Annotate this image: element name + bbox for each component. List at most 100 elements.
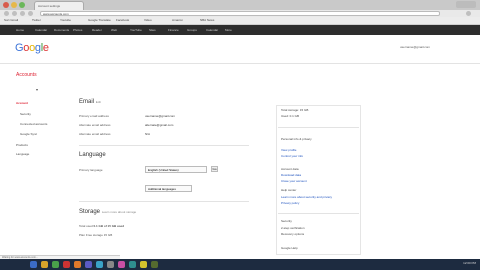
right-panel-link[interactable]: Control your info [281,154,303,158]
right-panel-link[interactable]: Download data [281,173,301,177]
storage-row-label: Total used [79,224,93,228]
google-logo[interactable]: Google [15,42,49,54]
gbar-item[interactable]: Documents [54,25,69,35]
right-panel-text: 2-step verification [281,226,305,230]
leftnav-connected-accounts[interactable]: Connected accounts [20,122,47,126]
panel-divider [278,127,359,128]
bookmark-item[interactable]: Amazon [172,18,183,23]
storage-row: Plan Free storage 15 GB [79,233,112,237]
language-heading: Language [79,152,106,158]
taskbar-app-icon[interactable] [151,261,158,268]
gbar-item[interactable]: Finance [168,25,179,35]
email-row-label: Primary email address [79,114,109,118]
bookmark-item[interactable]: Sort Gmail [4,18,18,23]
language-row-label: Primary language [79,168,103,172]
taskbar-app-icon[interactable] [74,261,81,268]
taskbar-app-icon[interactable] [140,261,147,268]
gbar-item[interactable]: Groups [187,25,197,35]
storage-row-value: Free storage 15 GB [85,233,113,237]
logo-letter: e [42,42,49,54]
taskbar-app-icon[interactable] [52,261,59,268]
storage-learn-more-link[interactable]: Learn more about storage [102,210,137,214]
email-edit-link[interactable]: Edit [96,100,101,104]
leftnav-security[interactable]: Security [20,112,31,116]
browser-tab[interactable]: Account settings [34,1,84,10]
right-panel-heading: Account data [281,167,299,171]
google-bar: Home Calendar Documents Photos Reader Web YouT… [0,25,480,35]
taskbar-app-icon[interactable] [129,261,136,268]
leftnav-products[interactable]: Products [16,143,28,147]
right-panel-text: Total storage: 15 GB [281,108,309,112]
additional-languages-select[interactable]: Additional languages [145,185,192,192]
section-divider [79,145,249,146]
right-panel-text: Used: 0.1 GB [281,114,300,118]
bookmark-item[interactable]: Facebook [116,18,129,23]
email-row-value: username@gmail.com [145,114,176,118]
taskbar-app-icon[interactable] [63,261,70,268]
leftnav-language[interactable]: Language [16,152,29,156]
taskbar-app-icon[interactable] [107,261,114,268]
taskbar-app-icon[interactable] [41,261,48,268]
gbar-item[interactable]: Sites [149,25,156,35]
window-controls[interactable] [456,1,476,8]
address-bar-row: www.accounts.com [0,10,480,17]
taskbar-app-icon[interactable] [85,261,92,268]
storage-row-value: 0.1 GB of 15 GB used [93,224,125,228]
right-panel-heading: Security [281,219,292,223]
maximize-window-icon[interactable] [19,2,25,8]
email-heading: Email Edit [79,99,101,105]
browser-tabstrip: Account settings [0,0,480,10]
gbar-item[interactable]: Web [111,25,117,35]
gbar-item[interactable]: Calendar [35,25,47,35]
storage-heading: Storage Learn more about storage [79,209,136,215]
gbar-item[interactable]: Calendar [206,25,218,35]
right-panel-link[interactable]: Learn more about security and privacy [281,195,332,199]
bookmark-item[interactable]: Google Translate [88,18,111,23]
gbar-item[interactable]: YouTube [130,25,142,35]
leftnav-google-sync[interactable]: Google Sync [20,132,37,136]
taskbar-app-icon[interactable] [118,261,125,268]
home-icon[interactable] [28,11,33,16]
address-input[interactable]: www.accounts.com [40,11,440,16]
gbar-item[interactable]: Reader [92,25,102,35]
email-row-value: N/A [145,132,151,136]
taskbar-app-icon[interactable] [96,261,103,268]
reload-icon[interactable] [20,11,25,16]
bookmark-item[interactable]: Twitter [32,18,41,23]
primary-language-select[interactable]: English (United States) [145,166,207,173]
leftnav-account[interactable]: Account [16,101,28,105]
close-window-icon[interactable] [3,2,9,8]
storage-heading-text: Storage [79,209,101,215]
storage-row-label: Plan [79,233,86,237]
page-content: Google username@gmail.com Accounts ▾ Acc… [0,35,480,259]
forward-icon[interactable] [12,11,17,16]
minimize-window-icon[interactable] [11,2,17,8]
user-email[interactable]: username@gmail.com [400,45,430,49]
chevron-down-icon: ▾ [36,87,39,92]
email-row-value: alternate@gmail.com [145,123,174,127]
header-divider [0,63,480,64]
right-panel-footer[interactable]: Google Help [281,246,298,250]
right-panel-link[interactable]: View profile [281,148,296,152]
email-row-label: Alternate email address [79,132,111,136]
right-panel-link[interactable]: Privacy policy [281,201,299,205]
panel-divider [278,213,359,214]
storage-row: Total used 0.1 GB of 15 GB used [79,224,124,228]
gbar-item[interactable]: More [225,25,232,35]
bookmark-item[interactable]: Youtube [60,18,71,23]
gbar-item[interactable]: Photos [73,25,82,35]
menu-icon[interactable] [466,11,471,16]
section-divider [79,201,249,202]
right-panel-link[interactable]: Close your account [281,179,307,183]
taskbar-clock: 12:00 PM [463,261,476,265]
bookmark-item[interactable]: Video [144,18,152,23]
bookmarks-bar: Sort Gmail Twitter Youtube Google Translate… [0,17,480,25]
right-panel-text: Recovery options [281,232,305,236]
back-icon[interactable] [4,11,9,16]
page-title: Accounts [16,72,37,78]
go-button[interactable]: Go [211,166,218,172]
bookmark-item[interactable]: NBA News [200,18,214,23]
email-heading-text: Email [79,99,95,105]
taskbar-app-icon[interactable] [30,261,37,268]
gbar-item[interactable]: Home [16,25,24,35]
